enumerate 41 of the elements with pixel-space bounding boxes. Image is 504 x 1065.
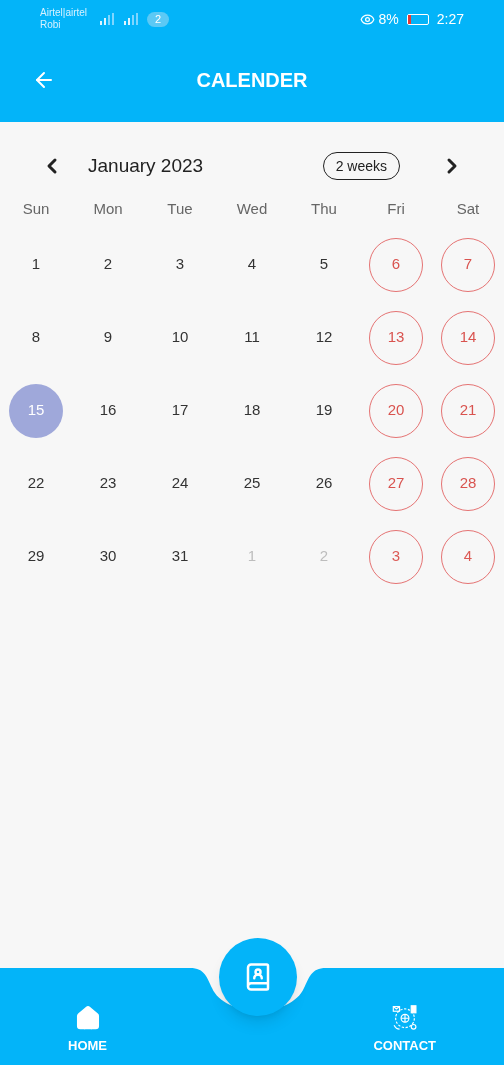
calendar-day[interactable]: 30 [81, 529, 135, 584]
weekday-label: Thu [311, 199, 337, 219]
month-title: January 2023 [88, 153, 204, 178]
app-title: CALENDER [196, 68, 308, 93]
carrier-name: Robi [40, 19, 62, 31]
calendar-day[interactable]: 10 [153, 310, 207, 365]
calendar-day[interactable]: 1 [9, 237, 63, 292]
calendar-day[interactable]: 29 [9, 529, 63, 584]
calendar-day[interactable]: 3 [153, 237, 207, 292]
carrier-name: Airtel|airtel [40, 7, 88, 19]
calendar-day[interactable]: 2 [81, 237, 135, 292]
calendar-day[interactable]: 26 [297, 456, 351, 511]
signal-icon [123, 13, 140, 25]
weekday-label: Fri [387, 199, 405, 219]
signal-icon [99, 13, 116, 25]
calendar-day[interactable]: 31 [153, 529, 207, 584]
calendar-day[interactable]: 16 [81, 383, 135, 438]
weekday-label: Mon [93, 199, 123, 219]
contacts-fab[interactable] [219, 938, 297, 1016]
calendar-day[interactable]: 22 [9, 456, 63, 511]
calendar-day[interactable]: 4 [225, 237, 279, 292]
calendar-day[interactable]: 9 [81, 310, 135, 365]
calendar-day[interactable]: 19 [297, 383, 351, 438]
calendar-day[interactable]: 17 [153, 383, 207, 438]
weekday-label: Tue [167, 199, 193, 219]
battery-icon [406, 13, 429, 25]
calendar-day[interactable]: 5 [297, 237, 351, 292]
battery-percent: 8% [378, 9, 399, 29]
weekday-label: Sun [22, 199, 50, 219]
weekday-label: Sat [456, 199, 480, 219]
weekday-label: Wed [236, 199, 268, 219]
calendar-day[interactable]: 23 [81, 456, 135, 511]
sim-badge: 2 [147, 11, 170, 27]
calendar-day[interactable]: 25 [225, 456, 279, 511]
eye-icon [359, 11, 375, 27]
clock: 2:27 [436, 9, 464, 29]
calendar-day[interactable]: 12 [297, 310, 351, 365]
calendar-day[interactable]: 18 [225, 383, 279, 438]
calendar-day[interactable]: 8 [9, 310, 63, 365]
calendar-day[interactable]: 11 [225, 310, 279, 365]
calendar-day[interactable]: 24 [153, 456, 207, 511]
